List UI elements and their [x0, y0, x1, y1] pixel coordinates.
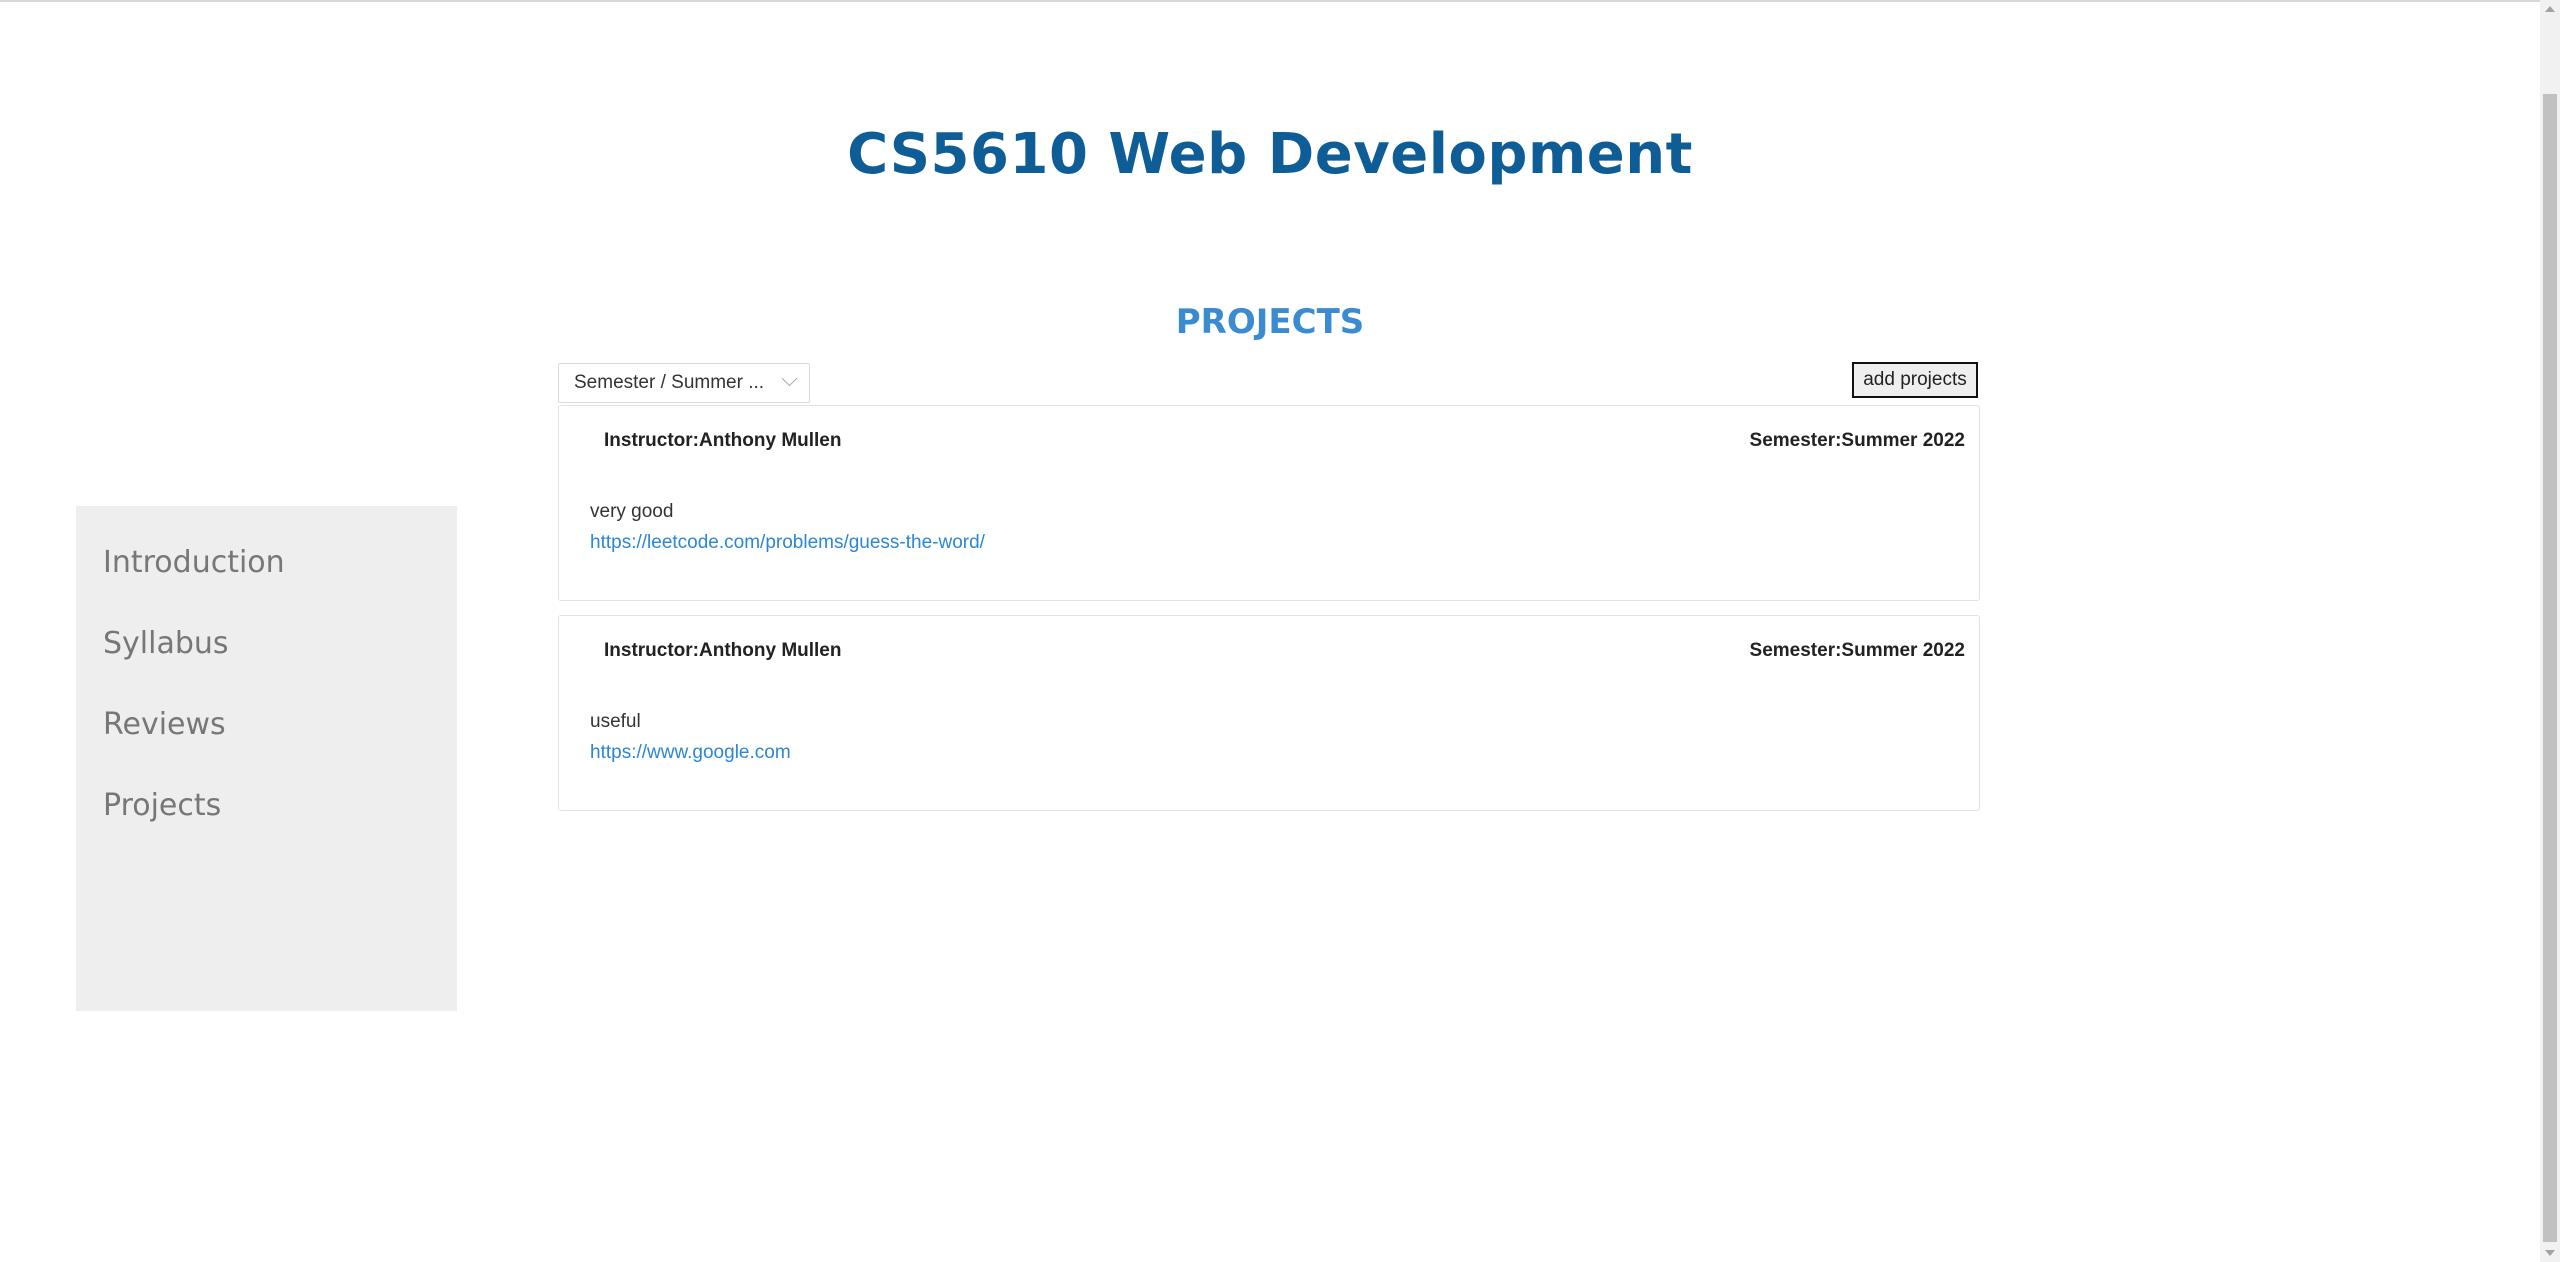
vertical-scrollbar[interactable]: [2540, 0, 2560, 1262]
sidebar-item-reviews[interactable]: Reviews: [76, 684, 457, 765]
sidebar-item-syllabus[interactable]: Syllabus: [76, 603, 457, 684]
project-instructor: Instructor:Anthony Mullen: [604, 640, 842, 661]
scrollbar-thumb[interactable]: [2543, 94, 2557, 1242]
semester-select[interactable]: Semester / Summer ...: [558, 363, 810, 403]
scroll-down-arrow-icon[interactable]: [2545, 1250, 2555, 1256]
sidebar-item-projects[interactable]: Projects: [76, 765, 457, 846]
project-link[interactable]: https://www.google.com: [590, 742, 791, 764]
project-card: Instructor:Anthony Mullen Semester:Summe…: [558, 405, 1980, 601]
sidebar-item-introduction[interactable]: Introduction: [76, 522, 457, 603]
project-semester: Semester:Summer 2022: [1749, 430, 1965, 451]
project-instructor: Instructor:Anthony Mullen: [604, 430, 842, 451]
scroll-up-arrow-icon[interactable]: [2545, 6, 2555, 12]
project-link[interactable]: https://leetcode.com/problems/guess-the-…: [590, 532, 985, 554]
sidebar-nav: Introduction Syllabus Reviews Projects: [76, 506, 457, 846]
page-title: CS5610 Web Development: [847, 122, 1693, 187]
semester-select-value: Semester / Summer ...: [574, 372, 765, 393]
project-semester: Semester:Summer 2022: [1749, 640, 1965, 661]
project-description: useful: [590, 711, 641, 732]
sidebar: Introduction Syllabus Reviews Projects: [76, 506, 457, 1011]
chevron-down-icon: [781, 370, 798, 387]
add-projects-button[interactable]: add projects: [1852, 362, 1978, 398]
project-description: very good: [590, 501, 674, 522]
project-card: Instructor:Anthony Mullen Semester:Summe…: [558, 615, 1980, 811]
section-title: PROJECTS: [1175, 302, 1365, 342]
page: CS5610 Web Development Introduction Syll…: [0, 0, 2540, 1262]
